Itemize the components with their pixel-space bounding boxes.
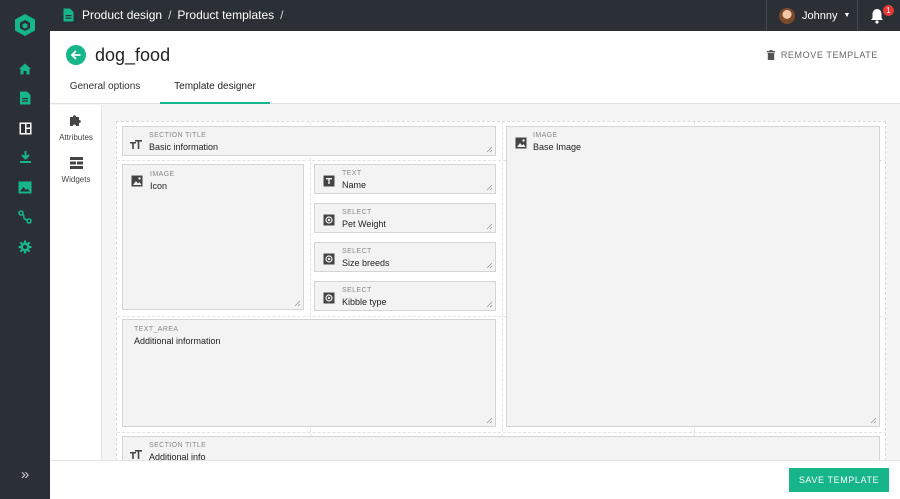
widgets-icon xyxy=(69,157,83,169)
resize-grip-icon[interactable] xyxy=(486,184,493,191)
cube-logo-icon[interactable] xyxy=(12,12,38,38)
tab-label: Template designer xyxy=(174,81,256,92)
nav-rail: » xyxy=(0,0,50,499)
additional-information-textarea-field[interactable]: TEXT_AREA Additional information xyxy=(122,319,496,427)
route-icon[interactable] xyxy=(15,207,35,227)
pet-weight-select-field[interactable]: SELECT Pet Weight xyxy=(314,203,496,233)
text-size-icon xyxy=(130,140,142,149)
document-icon xyxy=(63,8,74,22)
section-title-field[interactable]: SECTION TITLE Basic information xyxy=(122,126,496,156)
field-type-label: TEXT_AREA xyxy=(134,326,179,333)
text-field-icon xyxy=(323,175,335,187)
grid-line xyxy=(117,432,885,433)
field-type-label: SELECT xyxy=(342,209,372,216)
grid-line xyxy=(502,122,503,460)
home-icon[interactable] xyxy=(15,59,35,79)
kibble-type-select-field[interactable]: SELECT Kibble type xyxy=(314,281,496,311)
section-title-field[interactable]: SECTION TITLE Additional info xyxy=(122,436,880,460)
resize-grip-icon[interactable] xyxy=(486,262,493,269)
dashboard-icon[interactable] xyxy=(15,118,35,138)
field-name-label: Base Image xyxy=(533,142,582,152)
remove-template-label: REMOVE TEMPLATE xyxy=(780,50,878,60)
top-bar: Product design / Product templates / Joh… xyxy=(50,0,900,31)
field-name-label: Basic information xyxy=(149,142,219,152)
avatar xyxy=(779,7,795,24)
breadcrumb: Product design / Product templates / xyxy=(63,8,289,22)
attributes-button[interactable]: Attributes xyxy=(50,113,102,142)
resize-grip-icon[interactable] xyxy=(870,417,877,424)
breadcrumb-product-design[interactable]: Product design xyxy=(82,8,162,22)
user-name: Johnny xyxy=(802,9,838,22)
field-name-label: Pet Weight xyxy=(342,219,386,229)
tab-label: General options xyxy=(69,81,141,92)
base-image-field[interactable]: IMAGE Base Image xyxy=(506,126,880,427)
image-icon xyxy=(131,175,143,187)
field-type-label: IMAGE xyxy=(150,171,175,178)
attributes-label: Attributes xyxy=(59,133,93,142)
page-title: dog_food xyxy=(95,45,171,65)
breadcrumb-separator: / xyxy=(280,8,284,22)
page-header: dog_food REMOVE TEMPLATE General options… xyxy=(50,31,900,104)
gear-icon[interactable] xyxy=(15,237,35,257)
widgets-button[interactable]: Widgets xyxy=(50,157,102,184)
image-icon[interactable] xyxy=(15,177,35,197)
resize-grip-icon[interactable] xyxy=(486,417,493,424)
image-icon xyxy=(515,137,527,149)
arrow-left-icon xyxy=(70,50,81,60)
icon-image-field[interactable]: IMAGE Icon xyxy=(122,164,304,310)
field-type-label: SECTION TITLE xyxy=(149,132,207,139)
field-name-label: Additional information xyxy=(134,336,221,346)
resize-grip-icon[interactable] xyxy=(486,301,493,308)
select-icon xyxy=(323,253,335,265)
chevron-down-icon: ▼ xyxy=(843,12,851,19)
field-type-label: IMAGE xyxy=(533,132,558,139)
download-icon[interactable] xyxy=(15,147,35,167)
resize-grip-icon[interactable] xyxy=(486,223,493,230)
tab-general-options[interactable]: General options xyxy=(50,81,160,104)
resize-grip-icon[interactable] xyxy=(486,146,493,153)
name-text-field[interactable]: TEXT Name xyxy=(314,164,496,194)
field-name-label: Size breeds xyxy=(342,258,390,268)
save-template-button[interactable]: SAVE TEMPLATE xyxy=(789,468,889,492)
tab-template-designer[interactable]: Template designer xyxy=(160,81,270,104)
notification-badge: 1 xyxy=(883,5,894,16)
remove-template-button[interactable]: REMOVE TEMPLATE xyxy=(766,50,878,60)
widget-panel: Attributes Widgets xyxy=(50,105,102,460)
field-type-label: TEXT xyxy=(342,170,362,177)
field-type-label: SELECT xyxy=(342,248,372,255)
designer-canvas[interactable]: SECTION TITLE Basic information IMAGE Ic… xyxy=(116,121,886,461)
select-icon xyxy=(323,292,335,304)
back-button[interactable] xyxy=(66,45,86,65)
size-breeds-select-field[interactable]: SELECT Size breeds xyxy=(314,242,496,272)
field-name-label: Name xyxy=(342,180,367,190)
document-icon[interactable] xyxy=(15,88,35,108)
field-type-label: SELECT xyxy=(342,287,372,294)
widgets-label: Widgets xyxy=(61,175,91,184)
breadcrumb-product-templates[interactable]: Product templates xyxy=(177,8,274,22)
breadcrumb-separator: / xyxy=(168,8,172,22)
field-type-label: SECTION TITLE xyxy=(149,442,207,449)
field-name-label: Kibble type xyxy=(342,297,387,307)
field-name-label: Icon xyxy=(150,181,168,191)
trash-icon xyxy=(766,50,775,60)
resize-grip-icon[interactable] xyxy=(294,300,301,307)
select-icon xyxy=(323,214,335,226)
puzzle-icon xyxy=(70,115,81,126)
user-menu[interactable]: Johnny ▼ xyxy=(766,0,858,31)
footer-bar: SAVE TEMPLATE xyxy=(50,460,900,499)
expand-nav-button[interactable]: » xyxy=(15,466,35,486)
